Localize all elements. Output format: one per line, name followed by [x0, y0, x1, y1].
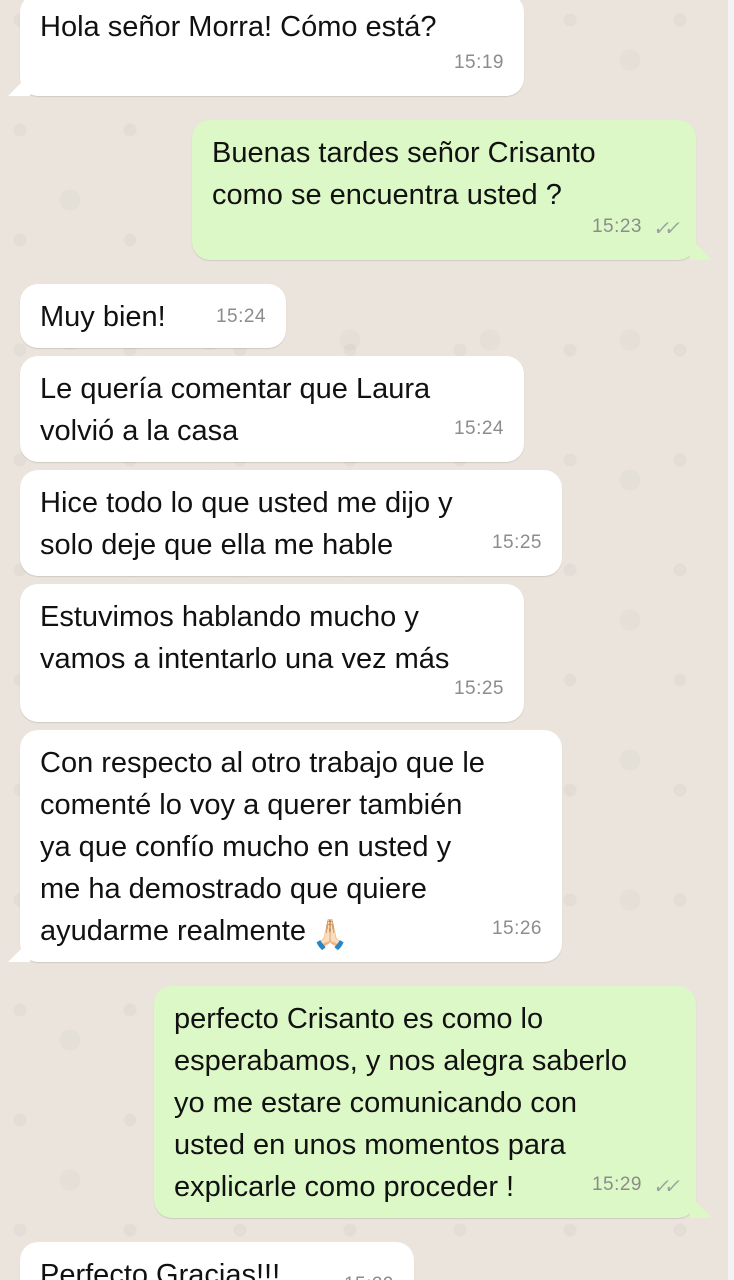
message-time: 15:24 [215, 306, 266, 327]
message-bubble-outgoing[interactable]: perfecto Crisanto es como lo esperabamos… [154, 986, 696, 1218]
message-bubble-incoming[interactable]: Le quería comentar que Laura volvió a la… [20, 356, 524, 462]
message-text: Le quería comentar que Laura volvió a la… [40, 373, 431, 447]
message-time: 15:26 [491, 918, 542, 939]
message-time: 15:25 [453, 678, 504, 699]
message-text: Estuvimos hablando mucho y vamos a inten… [40, 601, 450, 675]
message-bubble-incoming[interactable]: Hice todo lo que usted me dijo y solo de… [20, 470, 562, 576]
message-bubble-incoming[interactable]: Perfecto Gracias!!! 15:29 [20, 1242, 414, 1280]
message-time: 15:19 [453, 52, 504, 73]
message-bubble-incoming[interactable]: Muy bien! 15:24 [20, 284, 286, 348]
message-time: 15:24 [453, 418, 504, 439]
message-text: Perfecto Gracias!!! [40, 1259, 281, 1280]
message-time: 15:29 [344, 1264, 394, 1280]
scroll-edge [728, 0, 734, 1280]
message-text: Hice todo lo que usted me dijo y solo de… [40, 487, 453, 561]
folded-hands-icon: 🙏🏻 [311, 919, 349, 951]
message-text: Buenas tardes señor Crisanto como se enc… [212, 137, 596, 211]
message-time: 15:25 [491, 532, 542, 553]
message-text: Hola señor Morra! Cómo está? [40, 11, 437, 43]
message-bubble-incoming[interactable]: Estuvimos hablando mucho y vamos a inten… [20, 584, 524, 722]
message-bubble-incoming[interactable]: Con respecto al otro trabajo que le come… [20, 730, 562, 962]
message-time: 15:23 [591, 216, 642, 237]
message-time: 15:29 [591, 1174, 642, 1195]
message-text: Con respecto al otro trabajo que le come… [40, 742, 550, 956]
message-bubble-outgoing[interactable]: Buenas tardes señor Crisanto como se enc… [192, 120, 696, 260]
message-bubble-incoming[interactable]: Hola señor Morra! Cómo está? 15:19 [20, 0, 524, 96]
